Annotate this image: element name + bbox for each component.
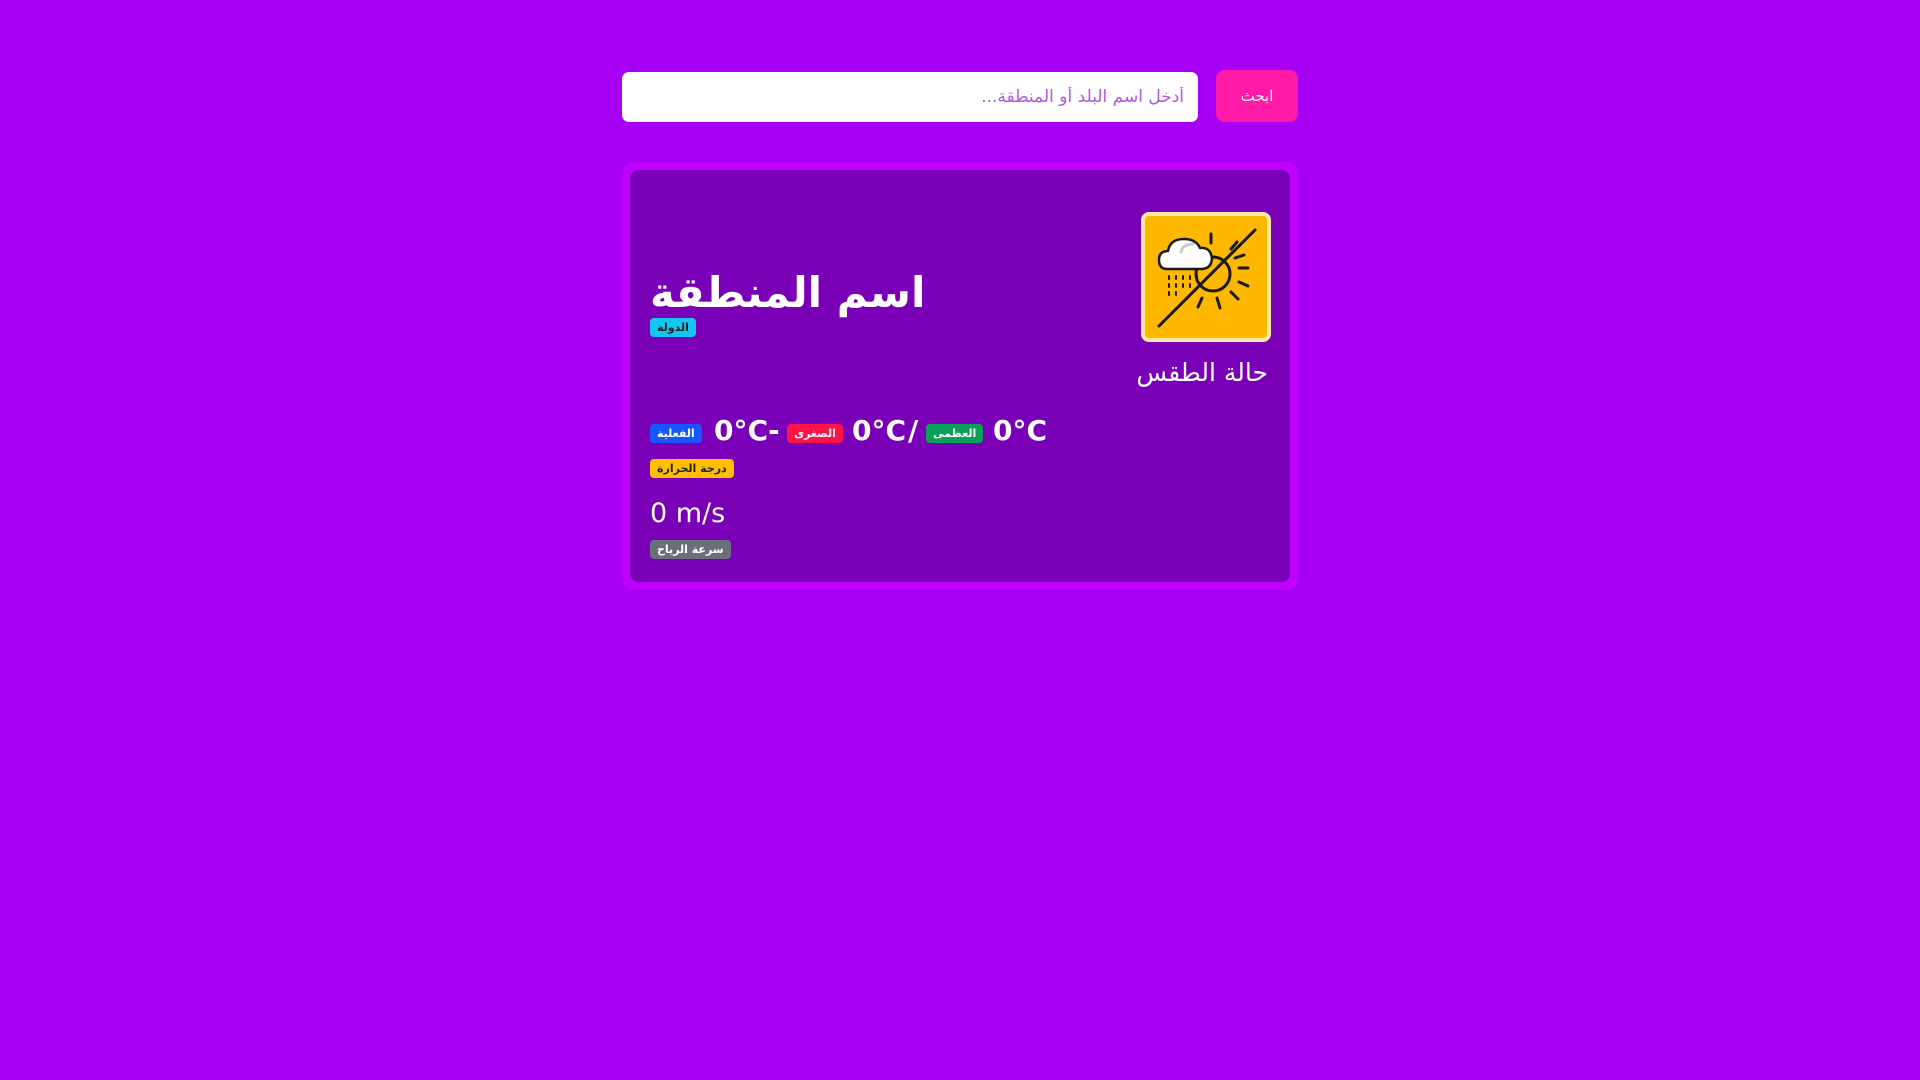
region-name: اسم المنطقة [650,268,926,317]
weather-description: حالة الطقس [1136,358,1268,387]
max-temp-badge: العظمى [926,424,984,443]
min-temp-badge: الصغرى [787,424,843,443]
country-badge: الدولة [650,318,696,337]
wind-speed-value: 0 m/s [650,498,726,529]
weather-card-body: اسم المنطقة الدولة الفعلية 0°C - الصغرى … [630,170,1290,582]
weather-app: ابحث اسم المنطقة الدولة الفعلية 0°C - ال… [0,0,1920,1080]
search-bar: ابحث [622,70,1298,122]
actual-temp-badge: الفعلية [650,424,702,443]
max-temp-value: 0°C [993,414,1048,447]
weather-card: اسم المنطقة الدولة الفعلية 0°C - الصغرى … [622,162,1298,590]
wind-speed-badge: سرعة الرياح [650,540,731,559]
temp-separator-dash: - [768,414,780,447]
search-input[interactable] [622,72,1198,122]
search-button[interactable]: ابحث [1216,70,1298,122]
rain-sun-disabled-icon [1141,212,1271,342]
actual-temp-value: 0°C [714,414,769,447]
temp-separator-slash: / [908,414,919,447]
temperature-label-badge: درجة الحرارة [650,459,734,478]
min-temp-value: 0°C [852,414,907,447]
